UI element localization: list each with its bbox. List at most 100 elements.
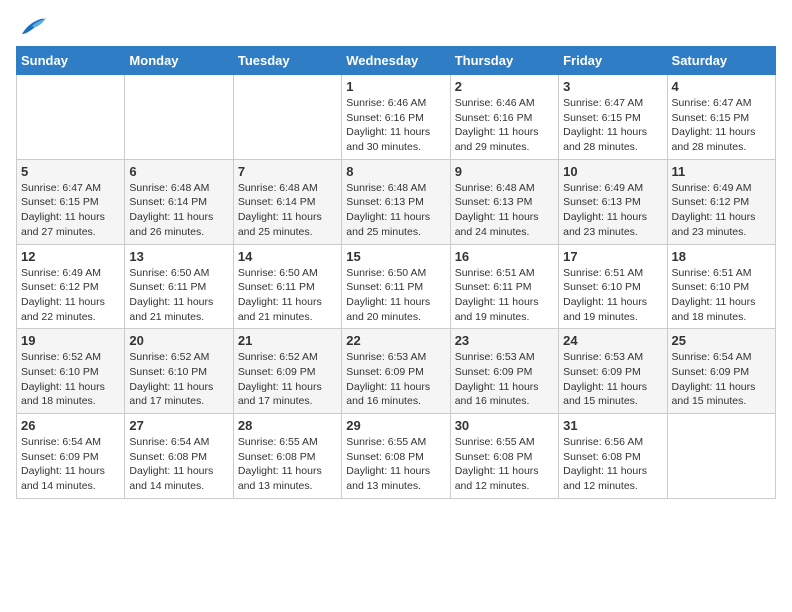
day-number: 31: [563, 418, 662, 433]
calendar-week-row: 1 Sunrise: 6:46 AM Sunset: 6:16 PM Daylig…: [17, 75, 776, 160]
calendar-header-tuesday: Tuesday: [233, 47, 341, 75]
day-info: Sunrise: 6:48 AM Sunset: 6:13 PM Dayligh…: [455, 181, 554, 240]
day-number: 17: [563, 249, 662, 264]
day-number: 11: [672, 164, 771, 179]
calendar-cell: 18Sunrise: 6:51 AM Sunset: 6:10 PM Dayli…: [667, 244, 775, 329]
day-number: 13: [129, 249, 228, 264]
calendar-cell: 17 Sunrise: 6:51 AM Sunset: 6:10 PM Dayli…: [559, 244, 667, 329]
calendar-cell: 27 Sunrise: 6:54 AM Sunset: 6:08 PM Dayli…: [125, 414, 233, 499]
day-info: Sunrise: 6:48 AM Sunset: 6:14 PM Dayligh…: [129, 181, 228, 240]
day-info: Sunrise: 6:46 AM Sunset: 6:16 PM Dayligh…: [346, 96, 445, 155]
calendar-cell: 1 Sunrise: 6:46 AM Sunset: 6:16 PM Daylig…: [342, 75, 450, 160]
day-number: 28: [238, 418, 337, 433]
day-number: 3: [563, 79, 662, 94]
calendar-cell: [17, 75, 125, 160]
calendar-header-sunday: Sunday: [17, 47, 125, 75]
day-info: Sunrise: 6:51 AM Sunset: 6:11 PM Dayligh…: [455, 266, 554, 325]
day-number: 15: [346, 249, 445, 264]
day-number: 30: [455, 418, 554, 433]
day-number: 4: [672, 79, 771, 94]
day-number: 12: [21, 249, 120, 264]
day-info: Sunrise: 6:52 AM Sunset: 6:10 PM Dayligh…: [21, 350, 120, 409]
page-header: [16, 16, 776, 38]
calendar-cell: 2 Sunrise: 6:46 AM Sunset: 6:16 PM Daylig…: [450, 75, 558, 160]
day-info: Sunrise: 6:47 AM Sunset: 6:15 PM Dayligh…: [563, 96, 662, 155]
calendar-cell: 30Sunrise: 6:55 AM Sunset: 6:08 PM Dayli…: [450, 414, 558, 499]
day-number: 23: [455, 333, 554, 348]
day-info: Sunrise: 6:50 AM Sunset: 6:11 PM Dayligh…: [129, 266, 228, 325]
calendar-cell: [125, 75, 233, 160]
day-number: 6: [129, 164, 228, 179]
day-number: 8: [346, 164, 445, 179]
day-info: Sunrise: 6:54 AM Sunset: 6:09 PM Dayligh…: [21, 435, 120, 494]
calendar-cell: 7 Sunrise: 6:48 AM Sunset: 6:14 PM Daylig…: [233, 159, 341, 244]
calendar-cell: 11 Sunrise: 6:49 AM Sunset: 6:12 PM Dayli…: [667, 159, 775, 244]
calendar-cell: 29 Sunrise: 6:55 AM Sunset: 6:08 PM Dayli…: [342, 414, 450, 499]
calendar-cell: 25Sunrise: 6:54 AM Sunset: 6:09 PM Dayli…: [667, 329, 775, 414]
day-info: Sunrise: 6:49 AM Sunset: 6:12 PM Dayligh…: [21, 266, 120, 325]
day-number: 10: [563, 164, 662, 179]
day-info: Sunrise: 6:50 AM Sunset: 6:11 PM Dayligh…: [346, 266, 445, 325]
day-info: Sunrise: 6:54 AM Sunset: 6:08 PM Dayligh…: [129, 435, 228, 494]
day-info: Sunrise: 6:51 AM Sunset: 6:10 PM Dayligh…: [563, 266, 662, 325]
calendar-cell: 5 Sunrise: 6:47 AM Sunset: 6:15 PM Daylig…: [17, 159, 125, 244]
calendar-week-row: 19 Sunrise: 6:52 AM Sunset: 6:10 PM Dayli…: [17, 329, 776, 414]
day-number: 16: [455, 249, 554, 264]
day-number: 7: [238, 164, 337, 179]
calendar-cell: 3 Sunrise: 6:47 AM Sunset: 6:15 PM Daylig…: [559, 75, 667, 160]
day-info: Sunrise: 6:53 AM Sunset: 6:09 PM Dayligh…: [563, 350, 662, 409]
day-number: 20: [129, 333, 228, 348]
calendar-cell: 16 Sunrise: 6:51 AM Sunset: 6:11 PM Dayli…: [450, 244, 558, 329]
calendar-cell: 31 Sunrise: 6:56 AM Sunset: 6:08 PM Dayli…: [559, 414, 667, 499]
calendar-table: SundayMondayTuesdayWednesdayThursdayFrid…: [16, 46, 776, 499]
calendar-cell: 4 Sunrise: 6:47 AM Sunset: 6:15 PM Daylig…: [667, 75, 775, 160]
calendar-cell: 24 Sunrise: 6:53 AM Sunset: 6:09 PM Dayli…: [559, 329, 667, 414]
day-number: 14: [238, 249, 337, 264]
calendar-cell: 15 Sunrise: 6:50 AM Sunset: 6:11 PM Dayli…: [342, 244, 450, 329]
day-number: 5: [21, 164, 120, 179]
day-number: 24: [563, 333, 662, 348]
day-info: Sunrise: 6:56 AM Sunset: 6:08 PM Dayligh…: [563, 435, 662, 494]
logo-bird-icon: [18, 16, 46, 38]
calendar-cell: 22 Sunrise: 6:53 AM Sunset: 6:09 PM Dayli…: [342, 329, 450, 414]
calendar-cell: [667, 414, 775, 499]
calendar-cell: 14 Sunrise: 6:50 AM Sunset: 6:11 PM Dayli…: [233, 244, 341, 329]
day-number: 22: [346, 333, 445, 348]
calendar-header-row: SundayMondayTuesdayWednesdayThursdayFrid…: [17, 47, 776, 75]
day-number: 27: [129, 418, 228, 433]
day-info: Sunrise: 6:48 AM Sunset: 6:13 PM Dayligh…: [346, 181, 445, 240]
day-info: Sunrise: 6:53 AM Sunset: 6:09 PM Dayligh…: [346, 350, 445, 409]
day-number: 9: [455, 164, 554, 179]
calendar-cell: 21Sunrise: 6:52 AM Sunset: 6:09 PM Dayli…: [233, 329, 341, 414]
day-number: 25: [672, 333, 771, 348]
calendar-header-friday: Friday: [559, 47, 667, 75]
calendar-cell: 10 Sunrise: 6:49 AM Sunset: 6:13 PM Dayli…: [559, 159, 667, 244]
calendar-week-row: 5 Sunrise: 6:47 AM Sunset: 6:15 PM Daylig…: [17, 159, 776, 244]
day-info: Sunrise: 6:47 AM Sunset: 6:15 PM Dayligh…: [672, 96, 771, 155]
day-number: 1: [346, 79, 445, 94]
calendar-cell: 13 Sunrise: 6:50 AM Sunset: 6:11 PM Dayli…: [125, 244, 233, 329]
calendar-week-row: 12 Sunrise: 6:49 AM Sunset: 6:12 PM Dayli…: [17, 244, 776, 329]
calendar-cell: 8 Sunrise: 6:48 AM Sunset: 6:13 PM Daylig…: [342, 159, 450, 244]
day-number: 26: [21, 418, 120, 433]
day-info: Sunrise: 6:53 AM Sunset: 6:09 PM Dayligh…: [455, 350, 554, 409]
calendar-cell: 26 Sunrise: 6:54 AM Sunset: 6:09 PM Dayli…: [17, 414, 125, 499]
day-info: Sunrise: 6:51 AM Sunset: 6:10 PM Dayligh…: [672, 266, 771, 325]
day-info: Sunrise: 6:46 AM Sunset: 6:16 PM Dayligh…: [455, 96, 554, 155]
day-info: Sunrise: 6:49 AM Sunset: 6:12 PM Dayligh…: [672, 181, 771, 240]
day-info: Sunrise: 6:50 AM Sunset: 6:11 PM Dayligh…: [238, 266, 337, 325]
day-number: 29: [346, 418, 445, 433]
calendar-header-thursday: Thursday: [450, 47, 558, 75]
calendar-cell: 6 Sunrise: 6:48 AM Sunset: 6:14 PM Daylig…: [125, 159, 233, 244]
day-info: Sunrise: 6:55 AM Sunset: 6:08 PM Dayligh…: [238, 435, 337, 494]
calendar-header-monday: Monday: [125, 47, 233, 75]
calendar-cell: 20Sunrise: 6:52 AM Sunset: 6:10 PM Dayli…: [125, 329, 233, 414]
day-info: Sunrise: 6:48 AM Sunset: 6:14 PM Dayligh…: [238, 181, 337, 240]
day-number: 19: [21, 333, 120, 348]
logo: [16, 16, 46, 38]
day-info: Sunrise: 6:55 AM Sunset: 6:08 PM Dayligh…: [346, 435, 445, 494]
day-number: 2: [455, 79, 554, 94]
day-info: Sunrise: 6:49 AM Sunset: 6:13 PM Dayligh…: [563, 181, 662, 240]
day-info: Sunrise: 6:52 AM Sunset: 6:09 PM Dayligh…: [238, 350, 337, 409]
day-info: Sunrise: 6:47 AM Sunset: 6:15 PM Dayligh…: [21, 181, 120, 240]
